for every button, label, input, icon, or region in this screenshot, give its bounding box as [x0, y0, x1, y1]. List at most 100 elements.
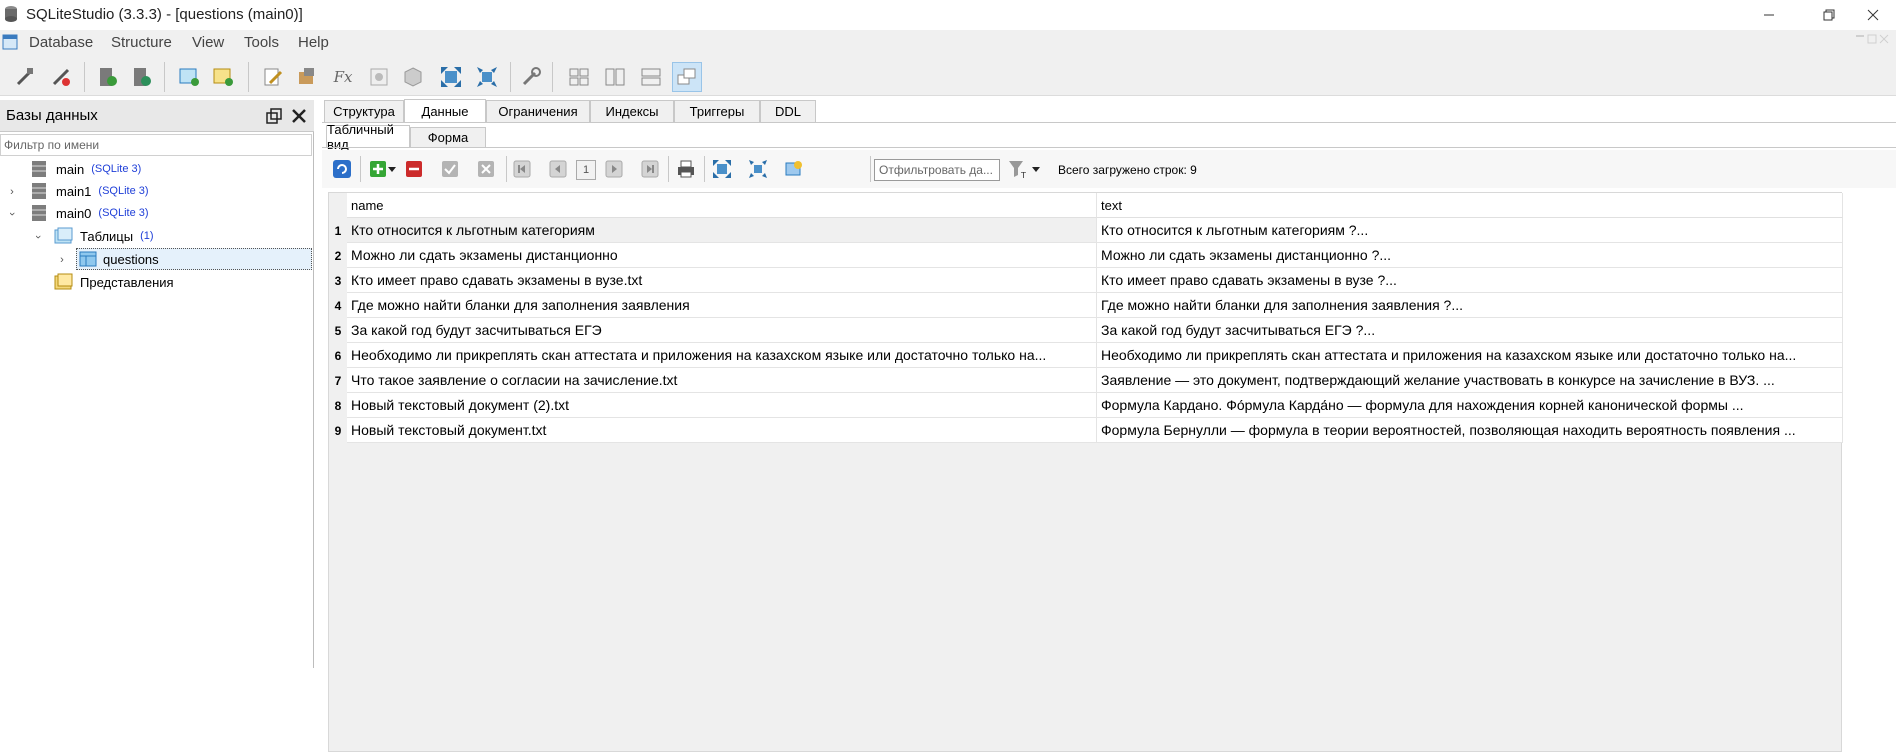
data-filter-input[interactable]	[874, 159, 1000, 181]
import-button[interactable]	[292, 62, 322, 92]
cell-text[interactable]: Формула Бернулли — формула в теории веро…	[1097, 418, 1843, 443]
edit-sql-button[interactable]	[258, 62, 288, 92]
expand-view-button[interactable]	[436, 62, 466, 92]
close-panel-icon[interactable]	[291, 108, 307, 124]
collapse-grid-button[interactable]	[746, 157, 770, 181]
row-number[interactable]: 7	[329, 368, 347, 393]
restore-button[interactable]	[1806, 0, 1852, 30]
tree-item-main1[interactable]: main1 (SQLite 3)	[30, 180, 149, 202]
tile-horizontal-button[interactable]	[600, 62, 630, 92]
cell-name[interactable]: Кто имеет право сдавать экзамены в вузе.…	[347, 268, 1097, 293]
previous-page-button[interactable]	[546, 157, 570, 181]
config-button[interactable]	[516, 62, 546, 92]
export-grid-button[interactable]	[782, 157, 806, 181]
expand-chevron-icon[interactable]: ›	[56, 254, 68, 266]
table-row[interactable]: 1 Кто относится к льготным категориям Кто …	[329, 218, 1843, 243]
tab-indexes[interactable]: Индексы	[590, 100, 674, 122]
grid-corner[interactable]	[329, 193, 347, 218]
collapse-chevron-icon[interactable]: ›	[32, 231, 44, 243]
float-panel-icon[interactable]	[266, 108, 282, 124]
row-number[interactable]: 6	[329, 343, 347, 368]
edit-database-button[interactable]	[126, 62, 156, 92]
table-row[interactable]: 5 За какой год будут засчитываться ЕГЭ За …	[329, 318, 1843, 343]
row-number[interactable]: 2	[329, 243, 347, 268]
tree-item-main0[interactable]: main0 (SQLite 3)	[30, 202, 149, 224]
expand-grid-button[interactable]	[710, 157, 734, 181]
insert-row-dropdown[interactable]	[386, 157, 398, 181]
print-button[interactable]	[674, 157, 698, 181]
collations-button[interactable]	[364, 62, 394, 92]
menu-structure[interactable]: Structure	[111, 34, 172, 51]
cell-name[interactable]: Новый текстовый документ.txt	[347, 418, 1097, 443]
rollback-button[interactable]	[474, 157, 498, 181]
tree-item-tables[interactable]: Таблицы (1)	[54, 225, 154, 247]
cell-name[interactable]: Необходимо ли прикреплять скан аттестата…	[347, 343, 1097, 368]
tab-constraints[interactable]: Ограничения	[486, 100, 590, 122]
first-page-button[interactable]	[510, 157, 534, 181]
cascade-windows-button[interactable]	[672, 62, 702, 92]
next-page-button[interactable]	[602, 157, 626, 181]
create-table-button[interactable]	[174, 62, 204, 92]
tree-item-views[interactable]: Представления	[54, 271, 174, 293]
tab-data[interactable]: Данные	[404, 99, 486, 123]
row-number[interactable]: 8	[329, 393, 347, 418]
cell-text[interactable]: За какой год будут засчитываться ЕГЭ ?..…	[1097, 318, 1843, 343]
cell-text[interactable]: Кто имеет право сдавать экзамены в вузе …	[1097, 268, 1843, 293]
apply-filter-button[interactable]: T	[1006, 157, 1030, 181]
delete-row-button[interactable]	[402, 157, 426, 181]
cell-text[interactable]: Формула Кардано. Фо́рмула Карда́но — фор…	[1097, 393, 1843, 418]
cell-name[interactable]: Можно ли сдать экзамены дистанционно	[347, 243, 1097, 268]
cell-text[interactable]: Где можно найти бланки для заполнения за…	[1097, 293, 1843, 318]
cell-name[interactable]: За какой год будут засчитываться ЕГЭ	[347, 318, 1097, 343]
tab-ddl[interactable]: DDL	[760, 100, 816, 122]
row-number[interactable]: 5	[329, 318, 347, 343]
extensions-button[interactable]	[398, 62, 428, 92]
cell-text[interactable]: Кто относится к льготным категориям ?...	[1097, 218, 1843, 243]
tree-item-questions[interactable]: questions	[76, 248, 312, 270]
cell-name[interactable]: Где можно найти бланки для заполнения за…	[347, 293, 1097, 318]
add-database-button[interactable]	[92, 62, 122, 92]
filter-mode-dropdown[interactable]	[1030, 157, 1042, 181]
collapse-view-button[interactable]	[472, 62, 502, 92]
subtab-table-view[interactable]: Табличный вид	[326, 122, 410, 152]
expand-chevron-icon[interactable]: ›	[6, 186, 18, 198]
cell-text[interactable]: Можно ли сдать экзамены дистанционно ?..…	[1097, 243, 1843, 268]
edit-table-button[interactable]	[208, 62, 238, 92]
column-header-text[interactable]: text	[1097, 193, 1843, 218]
menu-tools[interactable]: Tools	[244, 34, 279, 51]
cell-text[interactable]: Необходимо ли прикреплять скан аттестата…	[1097, 343, 1843, 368]
minimize-button[interactable]	[1746, 0, 1792, 30]
collapse-chevron-icon[interactable]: ›	[6, 208, 18, 220]
database-filter-input[interactable]	[0, 134, 312, 156]
column-header-name[interactable]: name	[347, 193, 1097, 218]
table-row[interactable]: 3 Кто имеет право сдавать экзамены в вузе…	[329, 268, 1843, 293]
tile-windows-button[interactable]	[564, 62, 594, 92]
cell-name[interactable]: Что такое заявление о согласии на зачисл…	[347, 368, 1097, 393]
refresh-button[interactable]	[330, 157, 354, 181]
tile-vertical-button[interactable]	[636, 62, 666, 92]
subtab-form[interactable]: Форма	[410, 127, 486, 147]
table-row[interactable]: 8 Новый текстовый документ (2).txt Формула…	[329, 393, 1843, 418]
table-row[interactable]: 4 Где можно найти бланки для заполнения з…	[329, 293, 1843, 318]
cell-text[interactable]: Заявление — это документ, подтверждающий…	[1097, 368, 1843, 393]
menu-view[interactable]: View	[192, 34, 224, 51]
tab-structure[interactable]: Структура	[324, 100, 404, 122]
page-number-field[interactable]: 1	[576, 160, 596, 180]
close-button[interactable]	[1850, 0, 1896, 30]
tree-item-main[interactable]: main (SQLite 3)	[30, 158, 141, 180]
last-page-button[interactable]	[638, 157, 662, 181]
cell-name[interactable]: Новый текстовый документ (2).txt	[347, 393, 1097, 418]
menu-database[interactable]: Database	[29, 34, 93, 51]
disconnect-db-button[interactable]	[46, 62, 76, 92]
table-row[interactable]: 7 Что такое заявление о согласии на зачис…	[329, 368, 1843, 393]
table-row[interactable]: 2 Можно ли сдать экзамены дистанционно Мож…	[329, 243, 1843, 268]
row-number[interactable]: 9	[329, 418, 347, 443]
cell-name[interactable]: Кто относится к льготным категориям	[347, 218, 1097, 243]
menu-help[interactable]: Help	[298, 34, 329, 51]
row-number[interactable]: 4	[329, 293, 347, 318]
row-number[interactable]: 3	[329, 268, 347, 293]
function-editor-button[interactable]: Fx	[328, 62, 358, 92]
table-row[interactable]: 6 Необходимо ли прикреплять скан аттестат…	[329, 343, 1843, 368]
connect-db-button[interactable]	[10, 62, 40, 92]
table-row[interactable]: 9 Новый текстовый документ.txt Формула Бер…	[329, 418, 1843, 443]
